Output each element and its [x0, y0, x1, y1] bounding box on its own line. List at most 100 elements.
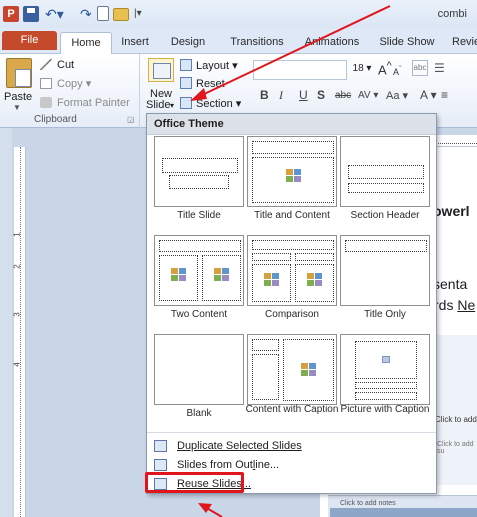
duplicate-slides-icon [154, 440, 167, 452]
redo-icon[interactable]: ↷ [80, 6, 96, 22]
slide-body-text-line2[interactable]: rds Ne [434, 297, 475, 313]
strikethrough-button[interactable]: abc [335, 90, 351, 101]
slide-body-text[interactable]: senta [433, 276, 467, 292]
cut-button[interactable]: Cut [40, 57, 74, 73]
font-color-button[interactable]: A ▾ [420, 88, 437, 102]
tab-slide-show[interactable]: Slide Show [378, 32, 436, 54]
layout-comparison[interactable] [247, 235, 337, 306]
character-spacing-button[interactable]: AV ▾ [358, 90, 378, 101]
tab-home[interactable]: Home [60, 32, 112, 54]
paste-icon[interactable] [6, 58, 32, 88]
section-label: Section [196, 98, 233, 110]
layout-blank[interactable] [154, 334, 244, 405]
taskbar-strip [330, 508, 477, 517]
cut-label: Cut [57, 59, 75, 71]
font-color-label: A [420, 88, 428, 102]
grow-font-button[interactable]: A^ [378, 60, 392, 77]
align-left-icon[interactable]: ≡ [441, 88, 448, 102]
text-shadow-button[interactable]: S [317, 88, 325, 102]
open-folder-icon[interactable] [113, 8, 129, 21]
bold-button[interactable]: B [260, 88, 269, 102]
layout-label: Title Only [364, 309, 406, 320]
tab-animations[interactable]: Animations [302, 32, 362, 54]
copy-button[interactable]: Copy ▾ [40, 76, 91, 92]
dialog-launcher-icon[interactable]: ◲ [127, 115, 135, 124]
ribbon-tabs: File Home Insert Design Transitions Anim… [0, 28, 477, 54]
outline-icon [154, 459, 167, 471]
font-size-input[interactable]: 18 ▾ [347, 60, 377, 80]
reset-icon [180, 77, 192, 89]
format-painter-button[interactable]: Format Painter [40, 95, 130, 111]
layout-label: Content with Caption [245, 404, 339, 415]
bullet-list-icon[interactable]: ☰ [434, 61, 445, 75]
placeholder-subcaption: Click to add su [437, 441, 474, 455]
window-title: combi [437, 8, 467, 20]
notes-caption: Click to add notes [340, 500, 396, 507]
shrink-font-button[interactable]: Aˇ [393, 64, 402, 77]
reuse-slides-highlight-box [145, 472, 244, 493]
ruler-number: 2 [12, 264, 22, 269]
format-painter-label: Format Painter [57, 97, 130, 109]
grow-font-glyph: A [378, 62, 387, 78]
ruler-number: 4 [12, 362, 22, 367]
slide-body-text-pre: rds [434, 297, 458, 313]
tab-file[interactable]: File [2, 31, 57, 50]
duplicate-selected-slides-item[interactable]: Duplicate Selected Slides [148, 436, 435, 456]
paste-button[interactable]: Paste [4, 91, 32, 103]
slide-title-text[interactable]: owerl [433, 203, 470, 219]
font-size-value: 18 [352, 63, 364, 74]
layout-section-header[interactable] [340, 136, 430, 207]
layout-label: Section Header [350, 210, 420, 221]
clipboard-group-label: Clipboard [34, 114, 77, 125]
copy-label: Copy [57, 78, 83, 90]
dropdown-header: Office Theme [147, 114, 436, 135]
dropdown-separator [147, 432, 436, 433]
ruler-number: 1 [12, 232, 22, 237]
section-button[interactable]: Section ▾ [180, 96, 241, 112]
italic-button[interactable]: I [279, 88, 283, 103]
undo-icon[interactable]: ↶▾ [45, 6, 64, 22]
layout-picture-with-caption[interactable] [340, 334, 430, 405]
font-name-input[interactable] [253, 60, 347, 80]
ruler-number: 3 [12, 312, 22, 317]
layout-title-slide[interactable] [154, 136, 244, 207]
layout-icon [180, 59, 192, 71]
tab-insert[interactable]: Insert [119, 32, 151, 54]
new-file-icon[interactable] [97, 6, 109, 21]
clear-formatting-icon[interactable]: abc [412, 60, 428, 76]
slide-body-text-link: Ne [457, 297, 476, 313]
scissors-icon [40, 59, 52, 70]
new-slide-button[interactable]: New Slide ▾ [144, 56, 178, 112]
slides-pane [0, 128, 12, 517]
change-case-button[interactable]: Aa ▾ [386, 89, 408, 102]
powerpoint-logo-icon: P [3, 6, 19, 22]
layout-label: Blank [186, 408, 212, 419]
save-icon[interactable] [23, 6, 39, 22]
layout-button[interactable]: Layout ▾ [180, 58, 238, 74]
chevron-down-icon[interactable]: ▼ [13, 103, 21, 112]
layout-label: Comparison [265, 309, 319, 320]
tab-transitions[interactable]: Transitions [227, 32, 287, 54]
duplicate-label: Duplicate Selected Slides [177, 440, 302, 452]
vertical-ruler [14, 147, 26, 517]
clipboard-group: Paste ▼ Cut Copy ▾ Format Painter Clipbo… [0, 54, 140, 128]
layout-content-with-caption[interactable] [247, 334, 337, 405]
outline-label-pre: Slides from Out [177, 459, 253, 471]
new-slide-label-line2: Slide [146, 99, 171, 111]
layout-label: Title Slide [177, 210, 221, 221]
new-slide-icon [148, 58, 174, 82]
reset-label: Reset [196, 78, 225, 90]
customize-toolbar-chevron-icon[interactable]: |▾ [134, 6, 150, 22]
outline-label-post: ine... [255, 459, 280, 471]
reset-button[interactable]: Reset [180, 76, 225, 92]
underline-button[interactable]: U [299, 88, 308, 102]
format-painter-icon [40, 97, 52, 108]
section-icon [180, 97, 192, 109]
layout-title-only[interactable] [340, 235, 430, 306]
layout-two-content[interactable] [154, 235, 244, 306]
tab-design[interactable]: Design [168, 32, 208, 54]
embedded-screenshot [432, 335, 477, 485]
tab-review[interactable]: Revie [452, 32, 477, 54]
layout-title-and-content[interactable] [247, 136, 337, 207]
copy-icon [40, 78, 52, 89]
